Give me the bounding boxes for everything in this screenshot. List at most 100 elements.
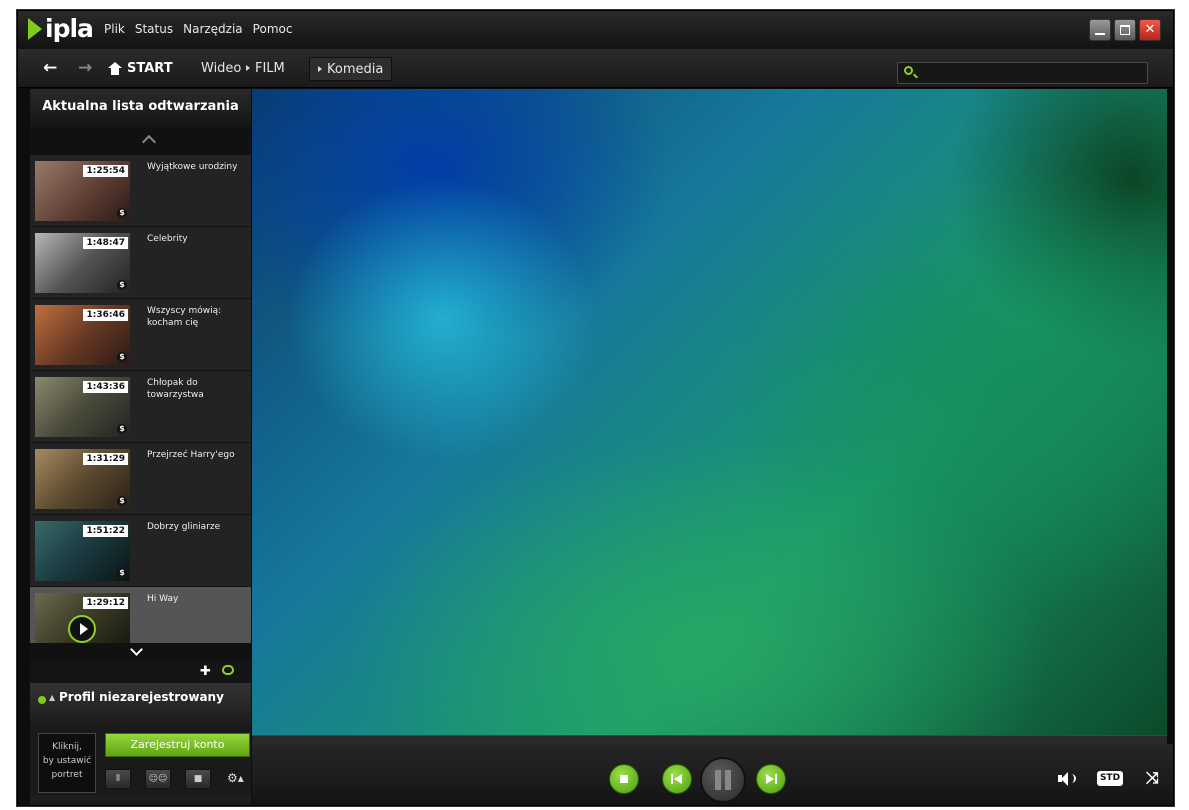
- breadcrumb-label: FILM: [255, 60, 285, 76]
- video-thumbnail: 1:31:29 $: [35, 449, 130, 509]
- ipla-logo[interactable]: ipla: [28, 14, 94, 43]
- close-button[interactable]: ✕: [1139, 19, 1161, 41]
- duration-badge: 1:29:12: [83, 597, 128, 609]
- window-controls: ✕: [1089, 19, 1161, 41]
- pause-button[interactable]: [700, 757, 746, 803]
- duration-badge: 1:31:29: [83, 453, 128, 465]
- duration-badge: 1:43:36: [83, 381, 128, 393]
- playlist-item[interactable]: 1:43:36 $ Chłopak do towarzystwa: [30, 371, 251, 443]
- playlist-item[interactable]: 1:48:47 $ Celebrity: [30, 227, 251, 299]
- breadcrumb-label: Komedia: [327, 61, 384, 77]
- playlist-title: Aktualna lista odtwarzania: [30, 89, 251, 127]
- friends-button[interactable]: ☺☺: [145, 769, 171, 789]
- rss-icon: ⦀: [116, 774, 120, 784]
- chat-button[interactable]: ■: [185, 769, 211, 789]
- video-thumbnail: 1:36:46 $: [35, 305, 130, 365]
- previous-button[interactable]: [662, 764, 692, 794]
- playlist-item[interactable]: 1:36:46 $ Wszyscy mówią: kocham cię: [30, 299, 251, 371]
- register-account-button[interactable]: Zarejestruj konto: [105, 733, 250, 757]
- menu-item-status[interactable]: Status: [135, 22, 173, 36]
- breadcrumb-item-komedia[interactable]: Komedia: [309, 57, 393, 81]
- status-dot-icon: [38, 696, 46, 704]
- video-thumbnail: 1:43:36 $: [35, 377, 130, 437]
- stop-button[interactable]: [609, 764, 639, 794]
- duration-badge: 1:25:54: [83, 165, 128, 177]
- gear-icon[interactable]: ⚙▴: [227, 771, 244, 785]
- paid-icon: $: [117, 568, 127, 578]
- video-area[interactable]: [252, 89, 1167, 735]
- volume-icon[interactable]: [1058, 771, 1076, 787]
- chevron-up-icon: [141, 134, 157, 150]
- breadcrumb-label: Wideo: [201, 60, 242, 76]
- playlist-item-title: Dobrzy gliniarze: [147, 522, 221, 532]
- breadcrumb-home[interactable]: START: [108, 57, 173, 79]
- paid-icon: $: [117, 352, 127, 362]
- profile-panel: Kliknij, by ustawić portret Zarejestruj …: [30, 723, 251, 795]
- portrait-button[interactable]: Kliknij, by ustawić portret: [38, 733, 96, 793]
- duration-badge: 1:36:46: [83, 309, 128, 321]
- playlist-item-title: Celebrity: [147, 234, 188, 244]
- breadcrumb-item-film[interactable]: FILM: [246, 57, 285, 79]
- portrait-hint-line: by ustawić: [42, 756, 92, 766]
- breadcrumb-separator-icon: [318, 66, 322, 72]
- logo-play-icon: [28, 18, 42, 40]
- menu-item-pomoc[interactable]: Pomoc: [253, 22, 293, 36]
- maximize-button[interactable]: [1114, 19, 1136, 41]
- playlist-item-title: Przejrzeć Harry'ego: [147, 450, 235, 460]
- scroll-up-button[interactable]: [30, 127, 251, 155]
- quality-std-button[interactable]: STD: [1097, 771, 1123, 786]
- playlist-item-title: Wszyscy mówią: kocham cię: [147, 306, 222, 328]
- breadcrumb-separator-icon: [246, 65, 250, 71]
- home-icon: [108, 61, 122, 75]
- search-icon[interactable]: [904, 66, 913, 75]
- video-thumbnail: 1:25:54 $: [35, 161, 130, 221]
- menu-item-plik[interactable]: Plik: [104, 22, 125, 36]
- search-input[interactable]: [920, 64, 1144, 82]
- minimize-button[interactable]: [1089, 19, 1111, 41]
- player-controls: STD ⤨: [252, 744, 1173, 805]
- video-thumbnail: 1:51:22 $: [35, 521, 130, 581]
- playlist-item[interactable]: 1:25:54 $ Wyjątkowe urodziny: [30, 155, 251, 227]
- playlist-item-title: Wyjątkowe urodziny: [147, 162, 238, 172]
- app-window: ipla Plik Status Narzędzia Pomoc ✕ ← → S…: [17, 10, 1174, 806]
- title-bar: ipla Plik Status Narzędzia Pomoc ✕: [18, 11, 1173, 49]
- playlist-item[interactable]: 1:31:29 $ Przejrzeć Harry'ego: [30, 443, 251, 515]
- menu-item-narzedzia[interactable]: Narzędzia: [183, 22, 243, 36]
- caret-up-icon: ▲: [49, 693, 56, 702]
- portrait-hint-line: portret: [51, 770, 83, 780]
- paid-icon: $: [117, 208, 127, 218]
- main-menu: Plik Status Narzędzia Pomoc: [104, 22, 292, 36]
- play-icon[interactable]: [68, 615, 96, 643]
- next-button[interactable]: [756, 764, 786, 794]
- chevron-down-icon: [130, 643, 143, 656]
- paid-icon: $: [117, 496, 127, 506]
- playlist-item-title: Hi Way: [147, 594, 179, 604]
- breadcrumb-home-label: START: [127, 60, 173, 76]
- playlist-item[interactable]: 1:51:22 $ Dobrzy gliniarze: [30, 515, 251, 587]
- paid-icon: $: [117, 424, 127, 434]
- rss-button[interactable]: ⦀: [105, 769, 131, 789]
- navigation-bar: ← → START Wideo FILM Komedia: [18, 49, 1173, 88]
- duration-badge: 1:51:22: [83, 525, 128, 537]
- search-box[interactable]: [897, 62, 1148, 84]
- forward-arrow-icon[interactable]: →: [78, 59, 92, 77]
- scroll-down-button[interactable]: [30, 643, 251, 661]
- video-thumbnail: 1:48:47 $: [35, 233, 130, 293]
- playlist-item-title: Chłopak do towarzystwa: [147, 378, 204, 400]
- paid-icon: $: [117, 280, 127, 290]
- profile-header[interactable]: ▲ Profil niezarejestrowany: [30, 683, 251, 723]
- repeat-icon[interactable]: [222, 665, 234, 675]
- duration-badge: 1:48:47: [83, 237, 128, 249]
- fullscreen-icon[interactable]: ⤨: [1146, 770, 1159, 786]
- profile-name: Profil niezarejestrowany: [59, 690, 224, 704]
- logo-text: ipla: [45, 14, 94, 43]
- friends-icon: ☺☺: [148, 774, 168, 784]
- playlist-controls: ✚: [30, 661, 251, 683]
- chat-icon: ■: [193, 774, 203, 784]
- breadcrumb-item-wideo[interactable]: Wideo: [201, 57, 241, 79]
- shuffle-icon[interactable]: ✚: [200, 664, 211, 679]
- back-arrow-icon[interactable]: ←: [43, 59, 57, 77]
- playlist-panel: Aktualna lista odtwarzania 1:25:54 $ Wyj…: [30, 89, 251, 805]
- close-icon: ✕: [1144, 22, 1156, 37]
- portrait-hint-line: Kliknij,: [52, 742, 82, 752]
